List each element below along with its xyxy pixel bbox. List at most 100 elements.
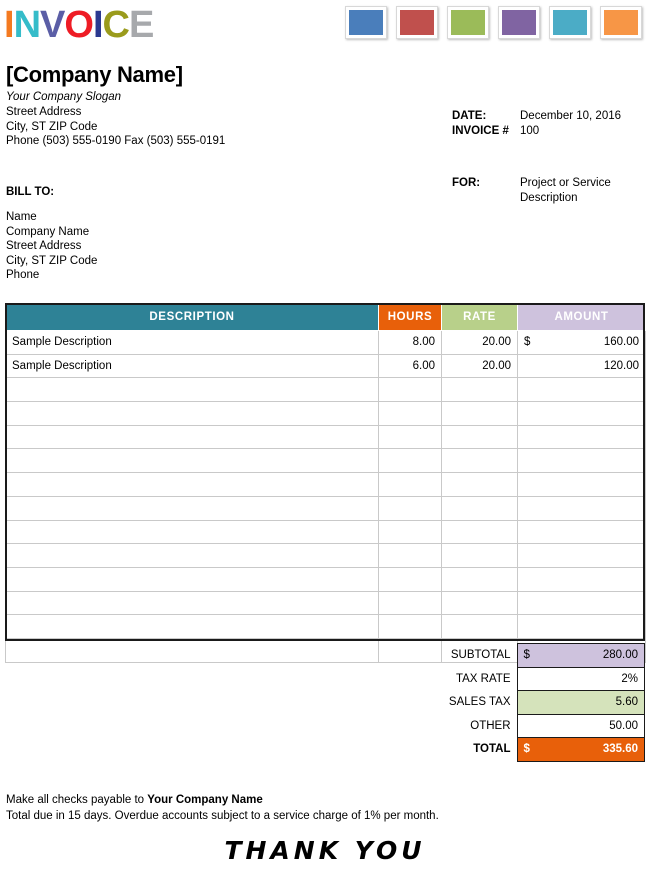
bill-to-line-1: Company Name: [6, 225, 90, 238]
line-items-body: Sample Description 8.00 20.00 $160.00 Sample…: [5, 330, 646, 663]
cell-description-empty[interactable]: [5, 424, 379, 450]
cell-hours-empty[interactable]: [378, 424, 442, 450]
cell-description-empty[interactable]: [5, 566, 379, 592]
company-info-block: [Company Name] Your Company Slogan Stree…: [6, 62, 426, 149]
cell-amount-empty[interactable]: [517, 590, 646, 616]
cell-hours-empty[interactable]: [378, 472, 442, 497]
cell-description-empty[interactable]: [5, 401, 379, 426]
cell-amount-empty[interactable]: [517, 472, 646, 497]
cell-hours[interactable]: 6.00: [378, 353, 442, 379]
payable-prefix: Make all checks payable to: [6, 794, 148, 806]
totals-row-other: OTHER 50.00: [395, 713, 645, 738]
table-row[interactable]: Sample Description 8.00 20.00 $160.00: [5, 330, 646, 355]
cell-amount[interactable]: 120.00: [517, 353, 646, 379]
cell-amount-empty[interactable]: [517, 495, 646, 521]
cell-amount-empty[interactable]: [517, 424, 646, 450]
cell-description[interactable]: Sample Description: [5, 353, 379, 379]
invoice-logo-letter-4: I: [92, 4, 104, 46]
cell-amount-empty[interactable]: [517, 519, 646, 545]
cell-description-empty[interactable]: [5, 472, 379, 497]
cell-hours-empty[interactable]: [378, 519, 442, 545]
for-line-2: Description: [520, 191, 578, 204]
table-row-empty[interactable]: [5, 590, 646, 616]
cell-description-empty[interactable]: [5, 448, 379, 474]
table-row-empty[interactable]: [5, 566, 646, 592]
cell-amount-empty[interactable]: [517, 566, 646, 592]
cell-description-empty[interactable]: [5, 519, 379, 545]
total-value: $ 335.60: [516, 737, 645, 762]
cell-hours-empty[interactable]: [378, 566, 442, 592]
swatch-blue-fill: [349, 10, 383, 35]
cell-rate-empty[interactable]: [441, 401, 518, 426]
cell-hours-empty[interactable]: [378, 590, 442, 616]
cell-hours-empty[interactable]: [378, 377, 442, 403]
table-row-empty[interactable]: [5, 495, 646, 521]
cell-amount[interactable]: $160.00: [517, 330, 646, 355]
cell-description-empty[interactable]: [5, 590, 379, 616]
swatch-orange-fill: [604, 10, 638, 35]
cell-amount-empty[interactable]: [517, 614, 646, 639]
cell-hours-empty[interactable]: [378, 495, 442, 521]
cell-description-empty[interactable]: [5, 495, 379, 521]
cell-description-empty[interactable]: [5, 637, 379, 663]
totals-table: SUBTOTAL $ 280.00 TAX RATE 2% SALES TAX …: [395, 643, 645, 762]
cell-amount-empty[interactable]: [517, 377, 646, 403]
cell-amount-empty[interactable]: [517, 448, 646, 474]
cell-description-empty[interactable]: [5, 614, 379, 639]
cell-rate-empty[interactable]: [441, 424, 518, 450]
table-row[interactable]: Sample Description 6.00 20.00 120.00: [5, 353, 646, 379]
date-label: DATE:: [452, 110, 487, 122]
cell-rate-empty[interactable]: [441, 519, 518, 545]
cell-rate-empty[interactable]: [441, 377, 518, 403]
total-amount: 335.60: [602, 743, 638, 756]
cell-rate-empty[interactable]: [441, 543, 518, 568]
cell-hours[interactable]: 8.00: [378, 330, 442, 355]
cell-rate-empty[interactable]: [441, 614, 518, 639]
invoice-logo-letter-3: O: [64, 4, 94, 46]
cell-rate[interactable]: 20.00: [441, 353, 518, 379]
table-row-empty[interactable]: [5, 401, 646, 426]
cell-hours-empty[interactable]: [378, 401, 442, 426]
swatch-red: [396, 6, 438, 39]
invoice-number-value: 100: [520, 125, 540, 137]
total-currency: $: [523, 743, 530, 756]
table-header-row: DESCRIPTION HOURS RATE AMOUNT: [5, 303, 646, 331]
bill-to-title: BILL TO:: [6, 186, 55, 198]
thank-you-text: THANK YOU: [224, 836, 426, 865]
totals-row-tax-rate: TAX RATE 2%: [395, 666, 645, 691]
table-row-empty[interactable]: [5, 424, 646, 450]
swatch-orange: [600, 6, 642, 39]
cell-rate[interactable]: 20.00: [441, 330, 518, 355]
date-value: December 10, 2016: [520, 110, 622, 122]
table-row-empty[interactable]: [5, 519, 646, 545]
cell-rate-empty[interactable]: [441, 590, 518, 616]
table-row-empty[interactable]: [5, 448, 646, 474]
cell-hours-empty[interactable]: [378, 614, 442, 639]
swatch-cyan-fill: [553, 10, 587, 35]
cell-description-empty[interactable]: [5, 377, 379, 403]
total-label: TOTAL: [473, 743, 511, 756]
other-label: OTHER: [470, 719, 511, 732]
other-value: 50.00: [516, 713, 645, 738]
cell-amount-empty[interactable]: [517, 401, 646, 426]
invoice-logo: INVOICE: [4, 4, 154, 46]
table-row-empty[interactable]: [5, 472, 646, 497]
cell-description[interactable]: Sample Description: [5, 330, 379, 355]
swatch-purple-fill: [502, 10, 536, 35]
payable-line: Make all checks payable to Your Company …: [6, 792, 439, 808]
table-row-empty[interactable]: [5, 543, 646, 568]
cell-hours-empty[interactable]: [378, 543, 442, 568]
cell-description-empty[interactable]: [5, 543, 379, 568]
invoice-number-row: INVOICE # 100: [452, 124, 621, 139]
cell-rate-empty[interactable]: [441, 566, 518, 592]
cell-hours-empty[interactable]: [378, 448, 442, 474]
terms-line: Total due in 15 days. Overdue accounts s…: [6, 810, 439, 822]
bill-to-line-3: City, ST ZIP Code: [6, 254, 98, 267]
cell-rate-empty[interactable]: [441, 495, 518, 521]
header-amount: AMOUNT: [517, 303, 646, 331]
cell-amount-empty[interactable]: [517, 543, 646, 568]
table-row-empty[interactable]: [5, 377, 646, 403]
table-row-empty[interactable]: [5, 614, 646, 639]
cell-rate-empty[interactable]: [441, 472, 518, 497]
cell-rate-empty[interactable]: [441, 448, 518, 474]
